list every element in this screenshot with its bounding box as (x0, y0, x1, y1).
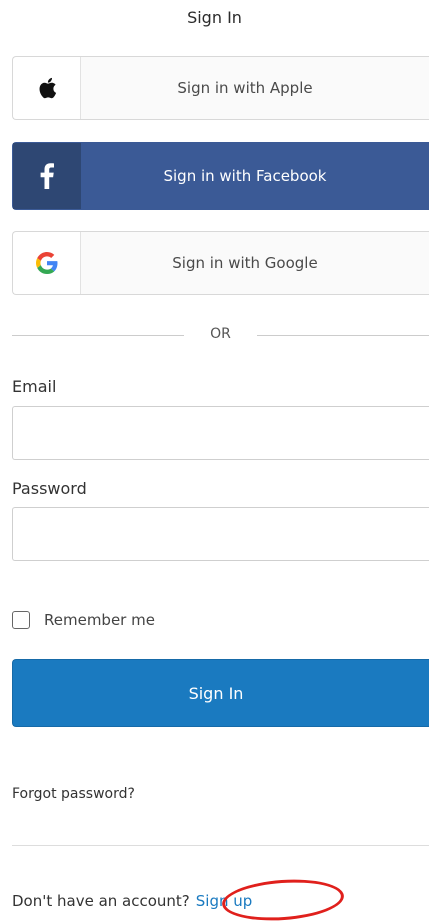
divider-line-right (257, 335, 429, 336)
password-label: Password (12, 479, 87, 498)
facebook-signin-button[interactable]: Sign in with Facebook (12, 142, 429, 210)
remember-me-label: Remember me (44, 611, 155, 629)
google-signin-button[interactable]: Sign in with Google (12, 231, 429, 295)
password-field[interactable] (12, 507, 429, 561)
email-label: Email (12, 377, 57, 396)
facebook-signin-label: Sign in with Facebook (81, 143, 429, 209)
page-title: Sign In (187, 8, 242, 27)
or-text: OR (210, 326, 231, 342)
apple-icon-container (13, 57, 81, 119)
remember-me: Remember me (12, 611, 155, 629)
or-divider: OR (12, 324, 429, 348)
google-icon-container (13, 232, 81, 294)
email-field[interactable] (12, 406, 429, 460)
google-signin-label: Sign in with Google (81, 232, 429, 294)
forgot-password-link[interactable]: Forgot password? (12, 786, 135, 802)
facebook-icon (40, 163, 54, 189)
facebook-icon-container (13, 143, 81, 209)
apple-signin-label: Sign in with Apple (81, 57, 429, 119)
apple-signin-button[interactable]: Sign in with Apple (12, 56, 429, 120)
bottom-divider (12, 845, 429, 846)
sign-in-button[interactable]: Sign In (12, 659, 429, 727)
apple-icon (39, 77, 56, 99)
google-icon (35, 252, 57, 274)
signup-prompt: Don't have an account? Sign up (12, 892, 252, 910)
no-account-text: Don't have an account? (12, 892, 190, 910)
remember-me-checkbox[interactable] (12, 611, 30, 629)
